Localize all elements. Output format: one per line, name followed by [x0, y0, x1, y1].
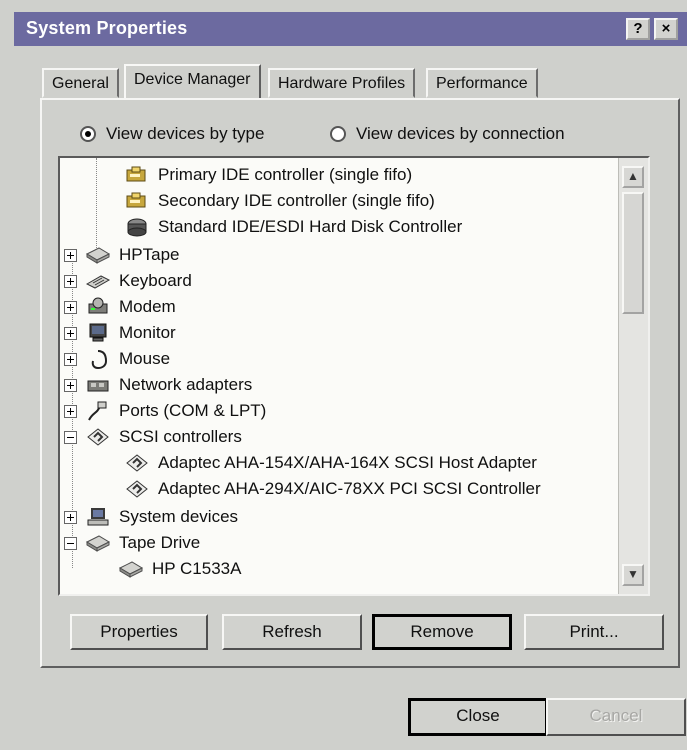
- modem-icon: [85, 296, 111, 318]
- view-by-type-label: View devices by type: [106, 124, 265, 143]
- tree-item-tape-drive[interactable]: Tape Drive: [64, 530, 200, 556]
- tab-device-manager[interactable]: Device Manager: [124, 64, 261, 100]
- tree-item-network-adapters[interactable]: Network adapters: [64, 372, 252, 398]
- properties-button[interactable]: Properties: [70, 614, 208, 650]
- print-button[interactable]: Print...: [524, 614, 664, 650]
- scroll-up-icon[interactable]: ▲: [622, 166, 644, 188]
- tree-item-label: SCSI controllers: [119, 427, 242, 446]
- expand-icon[interactable]: [64, 326, 77, 340]
- expand-icon[interactable]: [64, 248, 77, 262]
- tree-item-monitor[interactable]: Monitor: [64, 320, 176, 346]
- scroll-thumb[interactable]: [622, 192, 644, 314]
- tape-drive-icon: [85, 532, 111, 554]
- title-bar[interactable]: System Properties ? ×: [14, 12, 687, 46]
- device-tree-content: Primary IDE controller (single fifo) Sec…: [60, 158, 620, 594]
- tree-item-label: Ports (COM & LPT): [119, 401, 267, 420]
- view-by-connection-label: View devices by connection: [356, 124, 565, 143]
- keyboard-icon: [85, 270, 111, 292]
- expand-icon[interactable]: [64, 274, 77, 288]
- tree-item-label: Adaptec AHA-294X/AIC-78XX PCI SCSI Contr…: [158, 479, 541, 498]
- expand-icon[interactable]: [64, 510, 77, 524]
- tree-item-label: Mouse: [119, 349, 171, 368]
- expand-icon[interactable]: [64, 404, 77, 418]
- disk-controller-icon: [124, 216, 150, 238]
- device-manager-panel: View devices by type View devices by con…: [40, 98, 680, 668]
- tab-strip: General Device Manager Hardware Profiles…: [42, 64, 562, 100]
- radio-selected-icon: [80, 126, 96, 142]
- tree-item-label: Monitor: [119, 323, 176, 342]
- cancel-button[interactable]: Cancel: [546, 698, 686, 736]
- tape-drive-icon: [118, 558, 144, 580]
- tree-item-adaptec-294x[interactable]: Adaptec AHA-294X/AIC-78XX PCI SCSI Contr…: [124, 476, 541, 502]
- tree-item-hptape[interactable]: HPTape: [64, 242, 179, 268]
- collapse-icon[interactable]: [64, 536, 77, 550]
- dialog-body: General Device Manager Hardware Profiles…: [14, 46, 687, 750]
- mouse-icon: [85, 348, 111, 370]
- tree-item-label: Keyboard: [119, 271, 192, 290]
- close-window-button[interactable]: ×: [654, 18, 678, 40]
- remove-button[interactable]: Remove: [372, 614, 512, 650]
- tree-item-modem[interactable]: Modem: [64, 294, 176, 320]
- tree-item-label: Tape Drive: [119, 533, 201, 552]
- collapse-icon[interactable]: [64, 430, 77, 444]
- tree-item-ports[interactable]: Ports (COM & LPT): [64, 398, 266, 424]
- device-tree[interactable]: Primary IDE controller (single fifo) Sec…: [58, 156, 650, 596]
- tree-item-standard-ide-esdi[interactable]: Standard IDE/ESDI Hard Disk Controller: [124, 214, 462, 240]
- tree-item-label: HPTape: [119, 245, 180, 264]
- help-button[interactable]: ?: [626, 18, 650, 40]
- scsi-controller-icon: [85, 426, 111, 448]
- tab-general[interactable]: General: [42, 68, 119, 98]
- ide-controller-icon: [124, 164, 150, 186]
- tab-performance[interactable]: Performance: [426, 68, 538, 98]
- tree-item-primary-ide[interactable]: Primary IDE controller (single fifo): [124, 162, 412, 188]
- tree-item-label: Adaptec AHA-154X/AHA-164X SCSI Host Adap…: [158, 453, 537, 472]
- tape-drive-icon: [85, 244, 111, 266]
- window-title: System Properties: [26, 18, 188, 38]
- refresh-button[interactable]: Refresh: [222, 614, 362, 650]
- tree-item-system-devices[interactable]: System devices: [64, 504, 238, 530]
- tree-item-mouse[interactable]: Mouse: [64, 346, 170, 372]
- expand-icon[interactable]: [64, 300, 77, 314]
- view-by-type-radio[interactable]: View devices by type: [80, 124, 264, 144]
- radio-unselected-icon: [330, 126, 346, 142]
- tree-item-secondary-ide[interactable]: Secondary IDE controller (single fifo): [124, 188, 435, 214]
- tree-item-label: HP C1533A: [152, 559, 242, 578]
- tree-item-label: Network adapters: [119, 375, 253, 394]
- scsi-controller-icon: [124, 478, 150, 500]
- network-adapter-icon: [85, 374, 111, 396]
- view-options: View devices by type View devices by con…: [72, 124, 662, 148]
- tree-item-scsi-controllers[interactable]: SCSI controllers: [64, 424, 242, 450]
- tree-item-label: Standard IDE/ESDI Hard Disk Controller: [158, 217, 463, 236]
- view-by-connection-radio[interactable]: View devices by connection: [330, 124, 565, 144]
- tree-item-label: Primary IDE controller (single fifo): [158, 165, 413, 184]
- expand-icon[interactable]: [64, 352, 77, 366]
- expand-icon[interactable]: [64, 378, 77, 392]
- tree-scrollbar[interactable]: ▲ ▼: [618, 158, 648, 594]
- tree-item-adaptec-154x[interactable]: Adaptec AHA-154X/AHA-164X SCSI Host Adap…: [124, 450, 537, 476]
- close-button[interactable]: Close: [408, 698, 548, 736]
- tab-hardware-profiles[interactable]: Hardware Profiles: [268, 68, 416, 98]
- scroll-down-icon[interactable]: ▼: [622, 564, 644, 586]
- tree-item-label: System devices: [119, 507, 239, 526]
- scsi-controller-icon: [124, 452, 150, 474]
- tree-item-hp-c1533a[interactable]: HP C1533A: [118, 556, 241, 582]
- tree-item-label: Secondary IDE controller (single fifo): [158, 191, 435, 210]
- ide-controller-icon: [124, 190, 150, 212]
- computer-icon: [85, 506, 111, 528]
- tree-item-label: Modem: [119, 297, 176, 316]
- tree-item-keyboard[interactable]: Keyboard: [64, 268, 192, 294]
- system-properties-window: System Properties ? × General Device Man…: [0, 0, 687, 750]
- monitor-icon: [85, 322, 111, 344]
- port-connector-icon: [85, 400, 111, 422]
